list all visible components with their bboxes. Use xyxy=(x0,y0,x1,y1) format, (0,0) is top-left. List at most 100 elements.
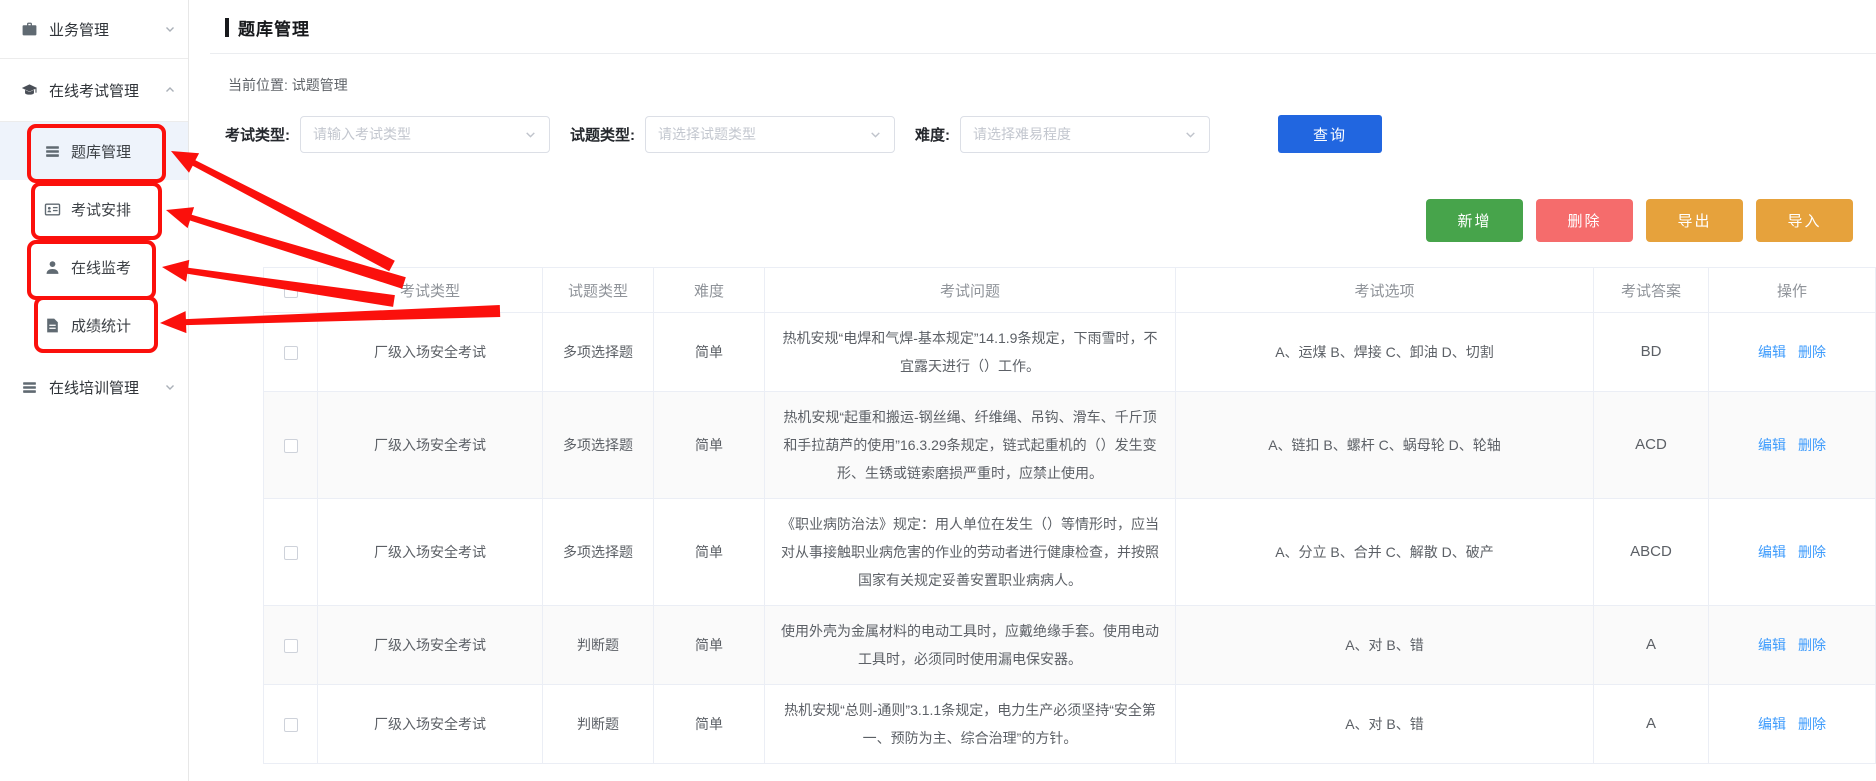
exam-type-cell: 厂级入场安全考试 xyxy=(318,313,543,392)
question-cell: 《职业病防治法》规定：用人单位在发生（）等情形时，应当对从事接触职业病危害的作业… xyxy=(765,499,1176,606)
row-checkbox[interactable] xyxy=(284,439,298,453)
checkbox-cell xyxy=(264,392,318,499)
question-type-placeholder: 请选择试题类型 xyxy=(658,124,869,144)
add-button[interactable]: 新增 xyxy=(1426,199,1523,242)
table-row: 厂级入场安全考试判断题简单使用外壳为金属材料的电动工具时，应戴绝缘手套。使用电动… xyxy=(264,606,1876,685)
sidebar-item-label: 在线培训管理 xyxy=(49,377,139,398)
sidebar-item-online-exam-management[interactable]: 在线考试管理 xyxy=(0,59,188,121)
exam-type-select[interactable]: 请输入考试类型 xyxy=(300,116,550,153)
answer-cell: BD xyxy=(1594,313,1709,392)
breadcrumb: 当前位置: 试题管理 xyxy=(228,75,1876,95)
results-table-wrap: 考试类型 试题类型 难度 考试问题 考试选项 考试答案 操作 厂级入场安全考试多… xyxy=(263,267,1876,764)
question-type-cell: 判断题 xyxy=(543,606,654,685)
table-row: 厂级入场安全考试多项选择题简单热机安规“电焊和气焊-基本规定”14.1.9条规定… xyxy=(264,313,1876,392)
sidebar-item-score-statistics[interactable]: 成绩统计 xyxy=(0,296,188,354)
col-answer: 考试答案 xyxy=(1594,268,1709,313)
actions-cell: 编辑删除 xyxy=(1709,499,1876,606)
options-cell: A、运煤 B、焊接 C、卸油 D、切割 xyxy=(1176,313,1594,392)
question-cell: 使用外壳为金属材料的电动工具时，应戴绝缘手套。使用电动工具时，必须同时使用漏电保… xyxy=(765,606,1176,685)
question-type-label: 试题类型: xyxy=(570,124,635,145)
chevron-down-icon xyxy=(869,128,882,141)
row-checkbox[interactable] xyxy=(284,346,298,360)
delete-link[interactable]: 删除 xyxy=(1798,544,1826,560)
difficulty-cell: 简单 xyxy=(654,313,765,392)
difficulty-cell: 简单 xyxy=(654,606,765,685)
answer-cell: A xyxy=(1594,606,1709,685)
row-checkbox[interactable] xyxy=(284,546,298,560)
options-cell: A、对 B、错 xyxy=(1176,606,1594,685)
briefcase-icon xyxy=(21,21,38,38)
answer-cell: ABCD xyxy=(1594,499,1709,606)
exam-type-cell: 厂级入场安全考试 xyxy=(318,685,543,764)
difficulty-select[interactable]: 请选择难易程度 xyxy=(960,116,1210,153)
edit-link[interactable]: 编辑 xyxy=(1758,637,1786,653)
row-checkbox[interactable] xyxy=(284,639,298,653)
sidebar-item-label: 在线考试管理 xyxy=(49,80,139,101)
list-icon xyxy=(44,143,61,160)
difficulty-cell: 简单 xyxy=(654,685,765,764)
main-content: 题库管理 当前位置: 试题管理 考试类型: 请输入考试类型 试题类型: 请选择试… xyxy=(189,0,1876,781)
checkbox-cell xyxy=(264,499,318,606)
question-type-cell: 多项选择题 xyxy=(543,499,654,606)
actions-cell: 编辑删除 xyxy=(1709,685,1876,764)
edit-link[interactable]: 编辑 xyxy=(1758,437,1786,453)
actions-cell: 编辑删除 xyxy=(1709,392,1876,499)
document-icon xyxy=(44,317,61,334)
question-type-select[interactable]: 请选择试题类型 xyxy=(645,116,895,153)
delete-link[interactable]: 删除 xyxy=(1798,637,1826,653)
question-cell: 热机安规“电焊和气焊-基本规定”14.1.9条规定，下雨雪时，不宜露天进行（）工… xyxy=(765,313,1176,392)
exam-type-cell: 厂级入场安全考试 xyxy=(318,499,543,606)
sidebar-item-online-proctor[interactable]: 在线监考 xyxy=(0,238,188,296)
difficulty-placeholder: 请选择难易程度 xyxy=(973,124,1184,144)
answer-cell: ACD xyxy=(1594,392,1709,499)
col-exam-type: 考试类型 xyxy=(318,268,543,313)
question-type-filter: 试题类型: 请选择试题类型 xyxy=(570,116,895,153)
edit-link[interactable]: 编辑 xyxy=(1758,344,1786,360)
table-row: 厂级入场安全考试判断题简单热机安规“总则-通则”3.1.1条规定，电力生产必须坚… xyxy=(264,685,1876,764)
checkbox-cell xyxy=(264,685,318,764)
exam-type-filter: 考试类型: 请输入考试类型 xyxy=(225,116,550,153)
delete-link[interactable]: 删除 xyxy=(1798,437,1826,453)
select-all-checkbox[interactable] xyxy=(284,284,298,298)
page-title: 题库管理 xyxy=(238,15,310,40)
exam-type-label: 考试类型: xyxy=(225,124,290,145)
difficulty-cell: 简单 xyxy=(654,499,765,606)
graduation-cap-icon xyxy=(21,82,38,99)
question-type-cell: 判断题 xyxy=(543,685,654,764)
chevron-down-icon xyxy=(524,128,537,141)
exam-type-placeholder: 请输入考试类型 xyxy=(313,124,524,144)
filter-bar: 考试类型: 请输入考试类型 试题类型: 请选择试题类型 难度: 请选择难易程度 xyxy=(225,115,1876,153)
sidebar-item-label: 业务管理 xyxy=(49,19,109,40)
question-type-cell: 多项选择题 xyxy=(543,313,654,392)
delete-link[interactable]: 删除 xyxy=(1798,344,1826,360)
page-header: 题库管理 xyxy=(210,0,1876,54)
options-cell: A、链扣 B、螺杆 C、蜗母轮 D、轮轴 xyxy=(1176,392,1594,499)
results-table: 考试类型 试题类型 难度 考试问题 考试选项 考试答案 操作 厂级入场安全考试多… xyxy=(263,267,1876,764)
action-buttons: 新增 删除 导出 导入 xyxy=(189,199,1876,242)
edit-link[interactable]: 编辑 xyxy=(1758,544,1786,560)
question-type-cell: 多项选择题 xyxy=(543,392,654,499)
id-card-icon xyxy=(44,201,61,218)
chevron-down-icon xyxy=(164,381,176,393)
question-cell: 热机安规“起重和搬运-钢丝绳、纤维绳、吊钩、滑车、千斤顶和手拉葫芦的使用”16.… xyxy=(765,392,1176,499)
delete-link[interactable]: 删除 xyxy=(1798,716,1826,732)
sidebar-item-exam-schedule[interactable]: 考试安排 xyxy=(0,180,188,238)
delete-button[interactable]: 删除 xyxy=(1536,199,1633,242)
chevron-up-icon xyxy=(164,84,176,96)
difficulty-cell: 简单 xyxy=(654,392,765,499)
options-cell: A、对 B、错 xyxy=(1176,685,1594,764)
answer-cell: A xyxy=(1594,685,1709,764)
row-checkbox[interactable] xyxy=(284,718,298,732)
col-difficulty: 难度 xyxy=(654,268,765,313)
sidebar-item-label: 考试安排 xyxy=(71,199,131,220)
export-button[interactable]: 导出 xyxy=(1646,199,1743,242)
sidebar-item-question-bank[interactable]: 题库管理 xyxy=(0,122,188,180)
edit-link[interactable]: 编辑 xyxy=(1758,716,1786,732)
col-actions: 操作 xyxy=(1709,268,1876,313)
import-button[interactable]: 导入 xyxy=(1756,199,1853,242)
sidebar-item-business-management[interactable]: 业务管理 xyxy=(0,0,188,58)
col-question-type: 试题类型 xyxy=(543,268,654,313)
checkbox-cell xyxy=(264,313,318,392)
sidebar-item-online-training-management[interactable]: 在线培训管理 xyxy=(0,364,188,410)
search-button[interactable]: 查询 xyxy=(1278,115,1382,153)
